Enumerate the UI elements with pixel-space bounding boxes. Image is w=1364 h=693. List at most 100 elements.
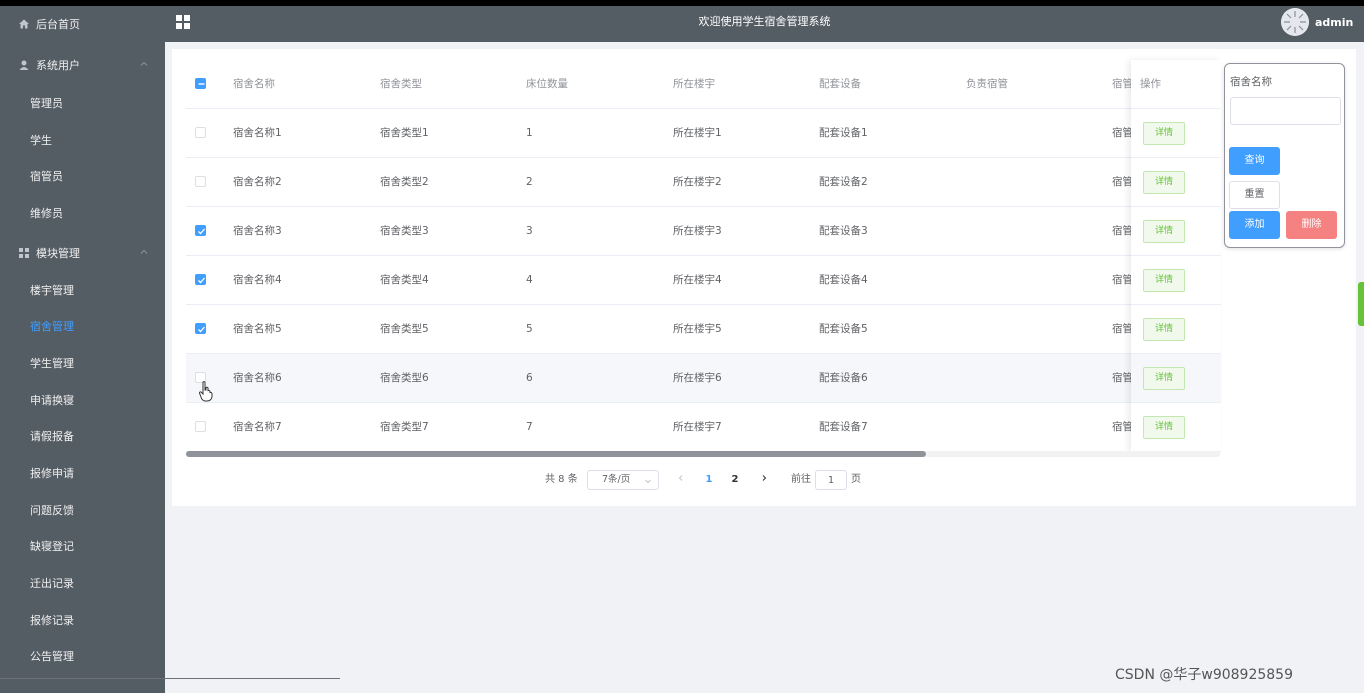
sidebar-item-label: 楼宇管理 (30, 284, 74, 297)
action-cell: 详情 (1131, 109, 1221, 158)
detail-button[interactable]: 详情 (1143, 269, 1185, 292)
chevron-down-icon (645, 479, 651, 484)
chevron-right-icon (762, 475, 767, 481)
cell-extra: 宿管 (1112, 372, 1133, 384)
sidebar-item-repair-request[interactable]: 报修申请 (0, 457, 165, 489)
action-cell: 详情 (1131, 207, 1221, 256)
avatar[interactable] (1281, 8, 1309, 36)
sidebar-item-notices[interactable]: 公告管理 (0, 640, 165, 672)
query-button[interactable]: 查询 (1229, 147, 1280, 175)
cell-beds: 1 (526, 127, 533, 139)
add-button[interactable]: 添加 (1229, 211, 1280, 239)
sidebar-item-student[interactable]: 学生 (0, 124, 165, 156)
table-row: 宿舍名称2 宿舍类型2 2 所在楼宇2 配套设备2 宿管 (186, 158, 1220, 207)
sidebar-group-users[interactable]: 系统用户 (0, 49, 165, 81)
sidebar-item-home[interactable]: 后台首页 (0, 8, 165, 40)
goto-suffix: 页 (851, 474, 861, 485)
cell-building: 所在楼宇7 (673, 421, 722, 433)
table-row: 宿舍名称5 宿舍类型5 5 所在楼宇5 配套设备5 宿管 (186, 305, 1220, 354)
sidebar-item-label: 迁出记录 (30, 577, 74, 590)
row-checkbox[interactable] (195, 176, 206, 187)
next-page-button[interactable] (756, 470, 772, 490)
cell-beds: 5 (526, 323, 533, 335)
grid-icon (19, 248, 29, 258)
column-header-extra[interactable]: 宿管 (1112, 60, 1133, 109)
sidebar-item-buildings[interactable]: 楼宇管理 (0, 274, 165, 306)
scrollbar-thumb[interactable] (186, 451, 926, 457)
sidebar-item-students[interactable]: 学生管理 (0, 347, 165, 379)
column-header-equipment[interactable]: 配套设备 (819, 60, 861, 109)
cell-equipment: 配套设备2 (819, 176, 868, 188)
column-header-building[interactable]: 所在楼宇 (673, 60, 715, 109)
delete-button[interactable]: 删除 (1286, 211, 1337, 239)
sidebar-item-label: 问题反馈 (30, 504, 74, 517)
cell-extra: 宿管 (1112, 127, 1133, 139)
sidebar-item-dorm-manager[interactable]: 宿管员 (0, 160, 165, 192)
row-checkbox[interactable] (195, 421, 206, 432)
cell-building: 所在楼宇5 (673, 323, 722, 335)
sidebar-item-room-change[interactable]: 申请换寝 (0, 384, 165, 416)
table-header-row: 宿舍名称 宿舍类型 床位数量 所在楼宇 配套设备 负责宿管 宿管 (186, 60, 1220, 109)
cell-building: 所在楼宇6 (673, 372, 722, 384)
cell-equipment: 配套设备1 (819, 127, 868, 139)
select-all-checkbox[interactable] (195, 78, 206, 89)
user-icon (19, 60, 29, 70)
row-checkbox[interactable] (195, 274, 206, 285)
sidebar-group-modules[interactable]: 模块管理 (0, 237, 165, 269)
action-column: 操作 详情 详情 详情 详情 详情 详情 详情 (1131, 60, 1221, 452)
cell-type: 宿舍类型6 (380, 372, 429, 384)
cell-type: 宿舍类型2 (380, 176, 429, 188)
column-header-type[interactable]: 宿舍类型 (380, 60, 422, 109)
top-header: 欢迎使用学生宿舍管理系统 admin (165, 6, 1364, 42)
detail-button[interactable]: 详情 (1143, 416, 1185, 439)
goto-page-input[interactable] (815, 470, 847, 490)
cell-beds: 7 (526, 421, 533, 433)
sidebar-item-label: 报修记录 (30, 614, 74, 627)
search-label: 宿舍名称 (1230, 76, 1272, 88)
row-checkbox[interactable] (195, 323, 206, 334)
row-checkbox[interactable] (195, 225, 206, 236)
sidebar-item-absence[interactable]: 缺寝登记 (0, 530, 165, 562)
dorm-table: 宿舍名称 宿舍类型 床位数量 所在楼宇 配套设备 负责宿管 宿管 宿舍名称 1 宿… (186, 60, 1220, 452)
column-header-manager[interactable]: 负责宿管 (966, 60, 1008, 109)
page-size-select[interactable]: 7条/页 (587, 470, 659, 490)
sidebar-item-label: 请假报备 (30, 430, 74, 443)
prev-page-button[interactable] (673, 470, 689, 490)
sidebar-divider (0, 678, 340, 679)
detail-button[interactable]: 详情 (1143, 122, 1185, 145)
row-checkbox[interactable] (195, 127, 206, 138)
cell-extra: 宿管 (1112, 421, 1133, 433)
detail-button[interactable]: 详情 (1143, 318, 1185, 341)
detail-button[interactable]: 详情 (1143, 367, 1185, 390)
cell-name: 宿舍名称7 (233, 421, 282, 433)
sidebar-item-admin[interactable]: 管理员 (0, 87, 165, 119)
detail-button[interactable]: 详情 (1143, 171, 1185, 194)
cell-building: 所在楼宇4 (673, 274, 722, 286)
column-header-name[interactable]: 宿舍名称 (233, 60, 275, 109)
sidebar-item-leave[interactable]: 请假报备 (0, 420, 165, 452)
table-horizontal-scrollbar[interactable] (186, 451, 1220, 457)
detail-button[interactable]: 详情 (1143, 220, 1185, 243)
sidebar-item-repairman[interactable]: 维修员 (0, 197, 165, 229)
action-cell: 详情 (1131, 158, 1221, 207)
action-cell: 详情 (1131, 305, 1221, 354)
sidebar-item-label: 宿舍管理 (30, 320, 74, 333)
sidebar-item-feedback[interactable]: 问题反馈 (0, 494, 165, 526)
cell-equipment: 配套设备4 (819, 274, 868, 286)
sidebar-item-repair-records[interactable]: 报修记录 (0, 604, 165, 636)
dorm-name-search-input[interactable] (1230, 97, 1341, 125)
page-2-button[interactable]: 2 (725, 470, 745, 490)
side-tab[interactable] (1358, 282, 1364, 326)
cell-extra: 宿管 (1112, 323, 1133, 335)
sidebar-item-moveout[interactable]: 迁出记录 (0, 567, 165, 599)
reset-button[interactable]: 重置 (1229, 181, 1280, 209)
sidebar-item-label: 宿管员 (30, 170, 63, 183)
page-1-button[interactable]: 1 (699, 470, 719, 490)
cell-type: 宿舍类型4 (380, 274, 429, 286)
column-header-beds[interactable]: 床位数量 (526, 60, 568, 109)
cell-name: 宿舍名称5 (233, 323, 282, 335)
pagination-total: 共 8 条 (545, 474, 578, 485)
username[interactable]: admin (1315, 6, 1353, 40)
chevron-up-icon (140, 249, 148, 254)
sidebar-item-dorms[interactable]: 宿舍管理 (0, 310, 165, 342)
